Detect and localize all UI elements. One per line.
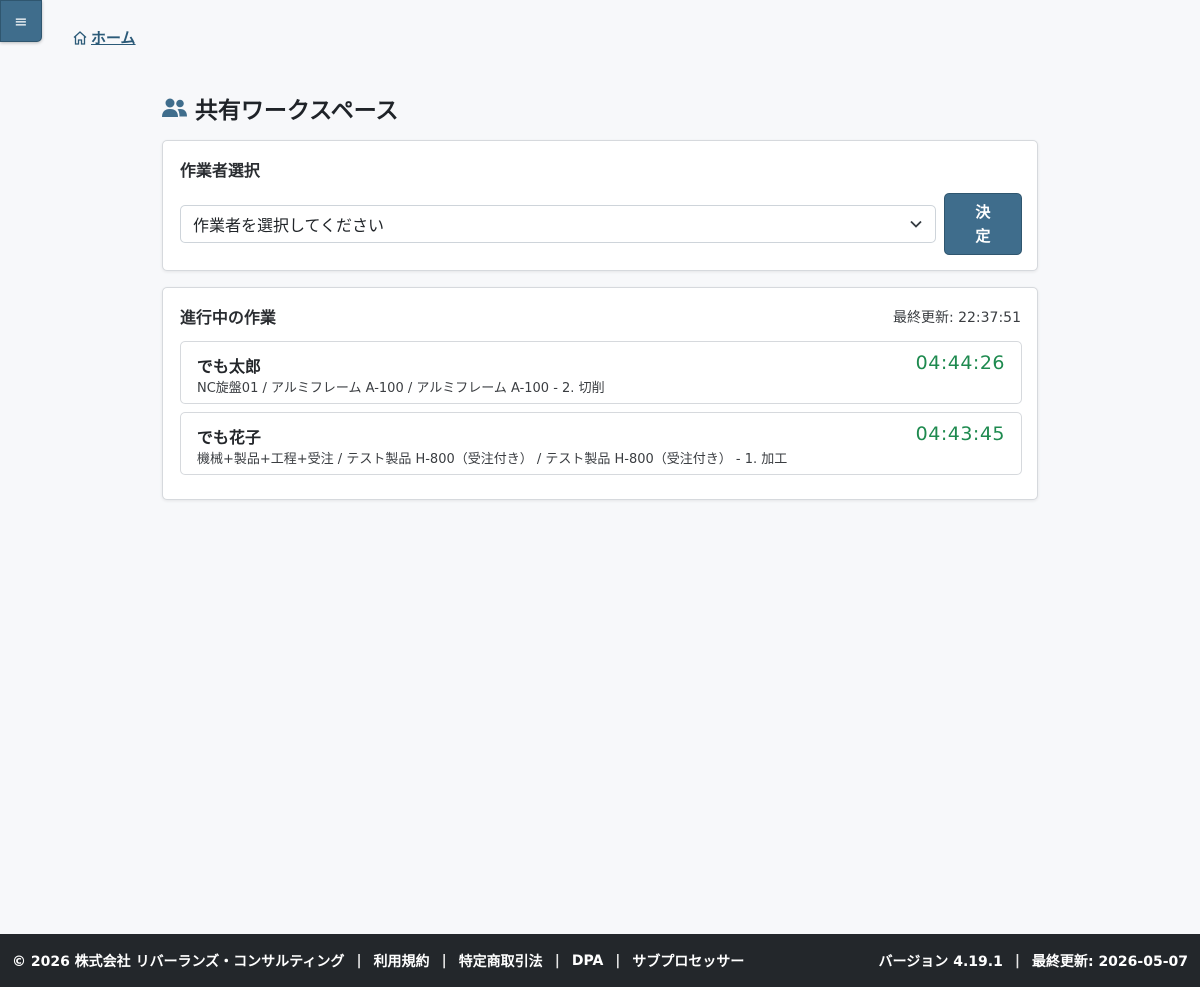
footer-last-updated: 最終更新: 2026-05-07 [1031,953,1188,970]
footer-separator: | [356,952,362,969]
menu-toggle-button[interactable]: ≡ [0,0,42,42]
page-title: 共有ワークスペース [162,91,399,125]
page-title-text: 共有ワークスペース [195,98,399,124]
work-item-worker-name: でも花子 [197,428,262,447]
footer-separator: | [554,952,560,969]
chevron-down-icon [910,220,922,228]
footer: © 2026 株式会社 リバーランズ・コンサルティング | 利用規約 | 特定商… [0,934,1200,987]
worker-select-card: 作業者選択 作業者を選択してください 決 定 [162,140,1038,271]
footer-separator: | [441,952,447,969]
decide-button[interactable]: 決 定 [944,193,1022,255]
work-item[interactable]: でも太郎 NC旋盤01 / アルミフレーム A-100 / アルミフレーム A-… [180,341,1022,404]
in-progress-card: 進行中の作業 最終更新: 22:37:51 でも太郎 NC旋盤01 / アルミフ… [162,287,1038,500]
footer-separator: | [615,952,621,969]
hamburger-icon: ≡ [14,11,28,31]
worker-select-value: 作業者を選択してください [193,216,385,235]
work-item-worker-name: でも太郎 [197,357,262,376]
worker-select-dropdown[interactable]: 作業者を選択してください [180,205,936,243]
footer-version: バージョン 4.19.1 [878,953,1003,970]
footer-separator: | [1014,952,1020,969]
footer-dpa-link[interactable]: DPA [572,953,603,969]
footer-subprocessors-link[interactable]: サブプロセッサー [632,951,744,971]
work-item[interactable]: でも花子 機械+製品+工程+受注 / テスト製品 H-800（受注付き） / テ… [180,412,1022,475]
footer-commerce-law-link[interactable]: 特定商取引法 [459,951,543,971]
decide-label-line2: 定 [975,227,991,245]
work-item-elapsed-timer: 04:43:45 [915,423,1005,445]
decide-label-line1: 決 [975,203,991,221]
in-progress-heading: 進行中の作業 [180,308,277,327]
breadcrumb-home-label: ホーム [91,29,136,47]
work-item-elapsed-timer: 04:44:26 [915,352,1005,374]
home-icon [73,30,87,45]
work-item-description: 機械+製品+工程+受注 / テスト製品 H-800（受注付き） / テスト製品 … [197,452,788,467]
footer-terms-link[interactable]: 利用規約 [374,951,430,971]
worker-select-heading: 作業者選択 [180,161,261,180]
in-progress-last-updated: 最終更新: 22:37:51 [892,310,1021,326]
breadcrumb-home-link[interactable]: ホーム [72,27,136,48]
footer-right: バージョン 4.19.1 | 最終更新: 2026-05-07 [879,951,1188,971]
users-icon [162,98,187,117]
footer-left: © 2026 株式会社 リバーランズ・コンサルティング | 利用規約 | 特定商… [12,951,744,971]
footer-copyright: © 2026 株式会社 リバーランズ・コンサルティング [12,953,345,970]
work-item-description: NC旋盤01 / アルミフレーム A-100 / アルミフレーム A-100 -… [197,381,605,396]
